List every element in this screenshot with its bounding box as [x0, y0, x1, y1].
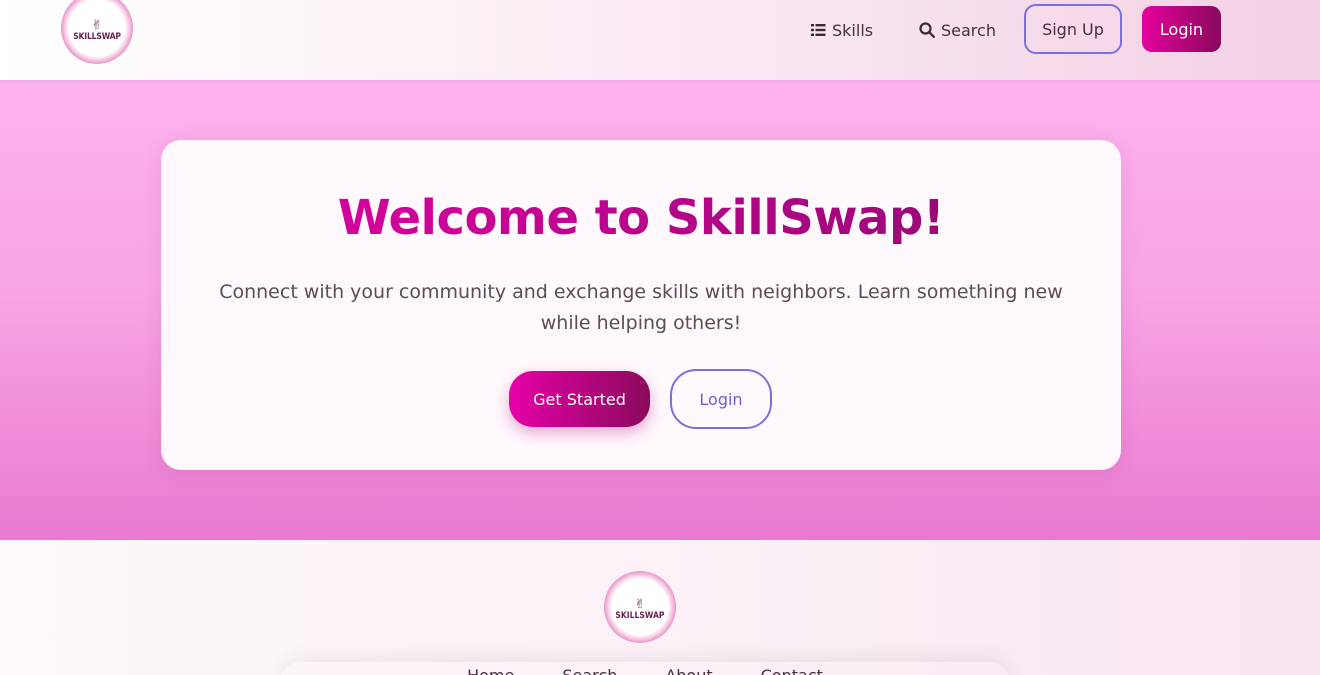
- footer-link-search[interactable]: Search: [562, 666, 617, 675]
- welcome-card: Welcome to SkillSwap! Connect with your …: [161, 140, 1121, 470]
- skillswap-logo[interactable]: ✌ SKILLSWAP: [61, 0, 133, 64]
- footer-logo[interactable]: ✌ SKILLSWAP: [604, 571, 676, 643]
- nav-search-link[interactable]: Search: [919, 18, 996, 42]
- hero-section: Welcome to SkillSwap! Connect with your …: [0, 80, 1320, 540]
- footer-nav: Home Search About Contact: [280, 662, 1010, 675]
- logo-text: SKILLSWAP: [73, 32, 121, 42]
- nav-skills-label: Skills: [832, 20, 874, 40]
- footer-link-home[interactable]: Home: [467, 666, 514, 675]
- site-footer: ✌ SKILLSWAP Home Search About Contact: [0, 540, 1320, 675]
- nav-skills-link[interactable]: Skills: [811, 18, 873, 42]
- nav-search-label: Search: [941, 20, 996, 40]
- sign-up-button[interactable]: Sign Up: [1024, 4, 1122, 54]
- footer-link-contact[interactable]: Contact: [761, 666, 823, 675]
- hero-login-button[interactable]: Login: [670, 369, 772, 429]
- search-icon: [919, 22, 935, 38]
- get-started-button[interactable]: Get Started: [509, 371, 650, 427]
- site-header: ✌ SKILLSWAP Skills Search Sign Up Login: [0, 0, 1320, 80]
- list-icon: [811, 24, 826, 36]
- handshake-icon: ✌: [91, 18, 103, 33]
- footer-link-about[interactable]: About: [665, 666, 712, 675]
- page-title: Welcome to SkillSwap!: [161, 190, 1121, 246]
- header-login-button[interactable]: Login: [1142, 6, 1221, 52]
- hero-subtitle: Connect with your community and exchange…: [219, 281, 1063, 334]
- footer-logo-text: SKILLSWAP: [615, 611, 665, 621]
- handshake-icon: ✌: [634, 597, 646, 612]
